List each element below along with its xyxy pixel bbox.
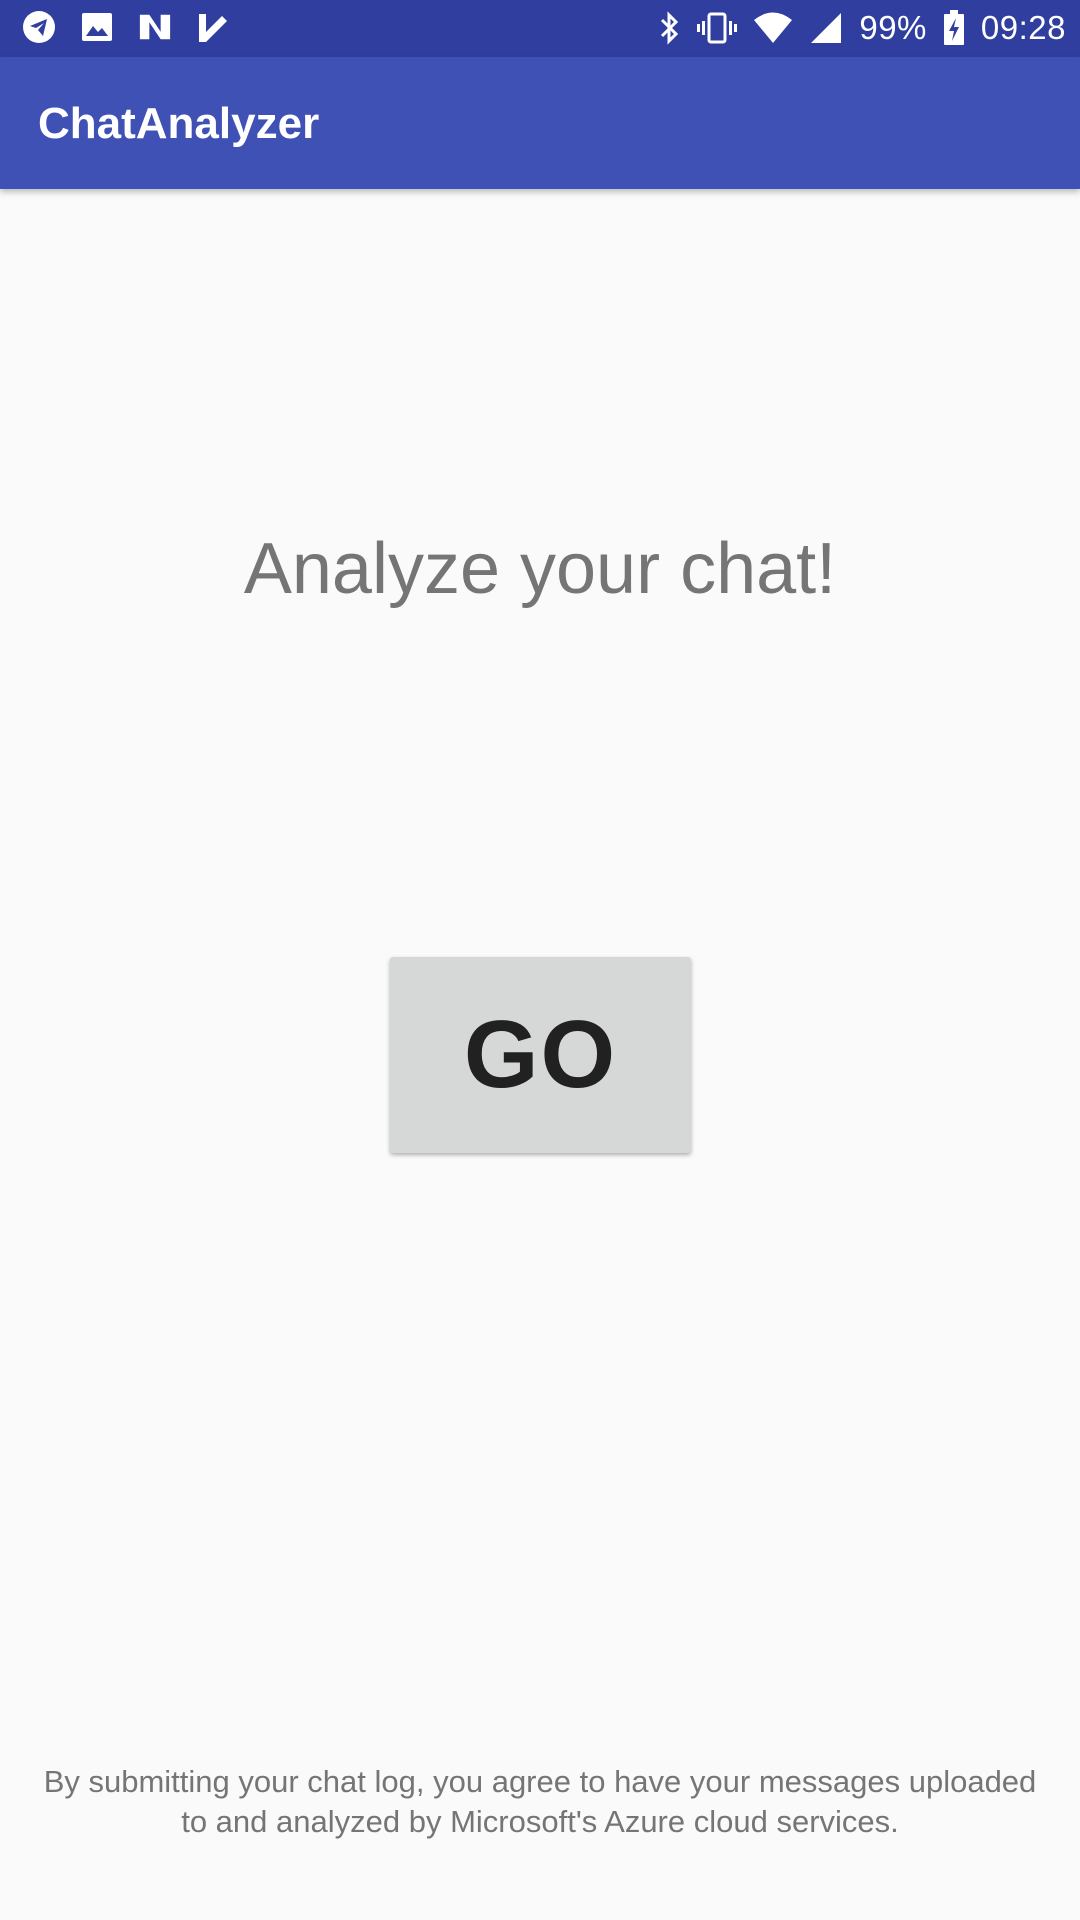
wifi-icon bbox=[753, 11, 793, 45]
screen: 99% 09:28 ChatAnalyzer Analyze your chat… bbox=[0, 0, 1080, 1920]
bluetooth-icon bbox=[657, 11, 681, 45]
app-title: ChatAnalyzer bbox=[38, 99, 320, 148]
news-icon bbox=[138, 10, 172, 44]
battery-charging-icon bbox=[943, 10, 965, 46]
page-headline: Analyze your chat! bbox=[243, 529, 837, 609]
battery-percent: 99% bbox=[859, 9, 927, 46]
clock: 09:28 bbox=[980, 9, 1066, 46]
telegram-icon bbox=[22, 10, 56, 44]
go-button-label: GO bbox=[463, 1001, 618, 1108]
vibrate-icon bbox=[697, 11, 738, 45]
image-icon bbox=[80, 10, 114, 44]
app-bar: ChatAnalyzer bbox=[0, 57, 1080, 189]
disclaimer-line-2: to and analyzed by Microsoft's Azure clo… bbox=[181, 1804, 899, 1839]
notification-icons bbox=[22, 10, 230, 44]
status-bar: 99% 09:28 bbox=[0, 0, 1080, 57]
task-check-icon bbox=[196, 10, 230, 44]
signal-icon bbox=[809, 11, 843, 45]
disclaimer-line-1: By submitting your chat log, you agree t… bbox=[43, 1764, 1037, 1799]
disclaimer-text: By submitting your chat log, you agree t… bbox=[0, 1762, 1080, 1842]
go-button[interactable]: GO bbox=[390, 957, 691, 1153]
system-status: 99% 09:28 bbox=[657, 6, 1066, 50]
